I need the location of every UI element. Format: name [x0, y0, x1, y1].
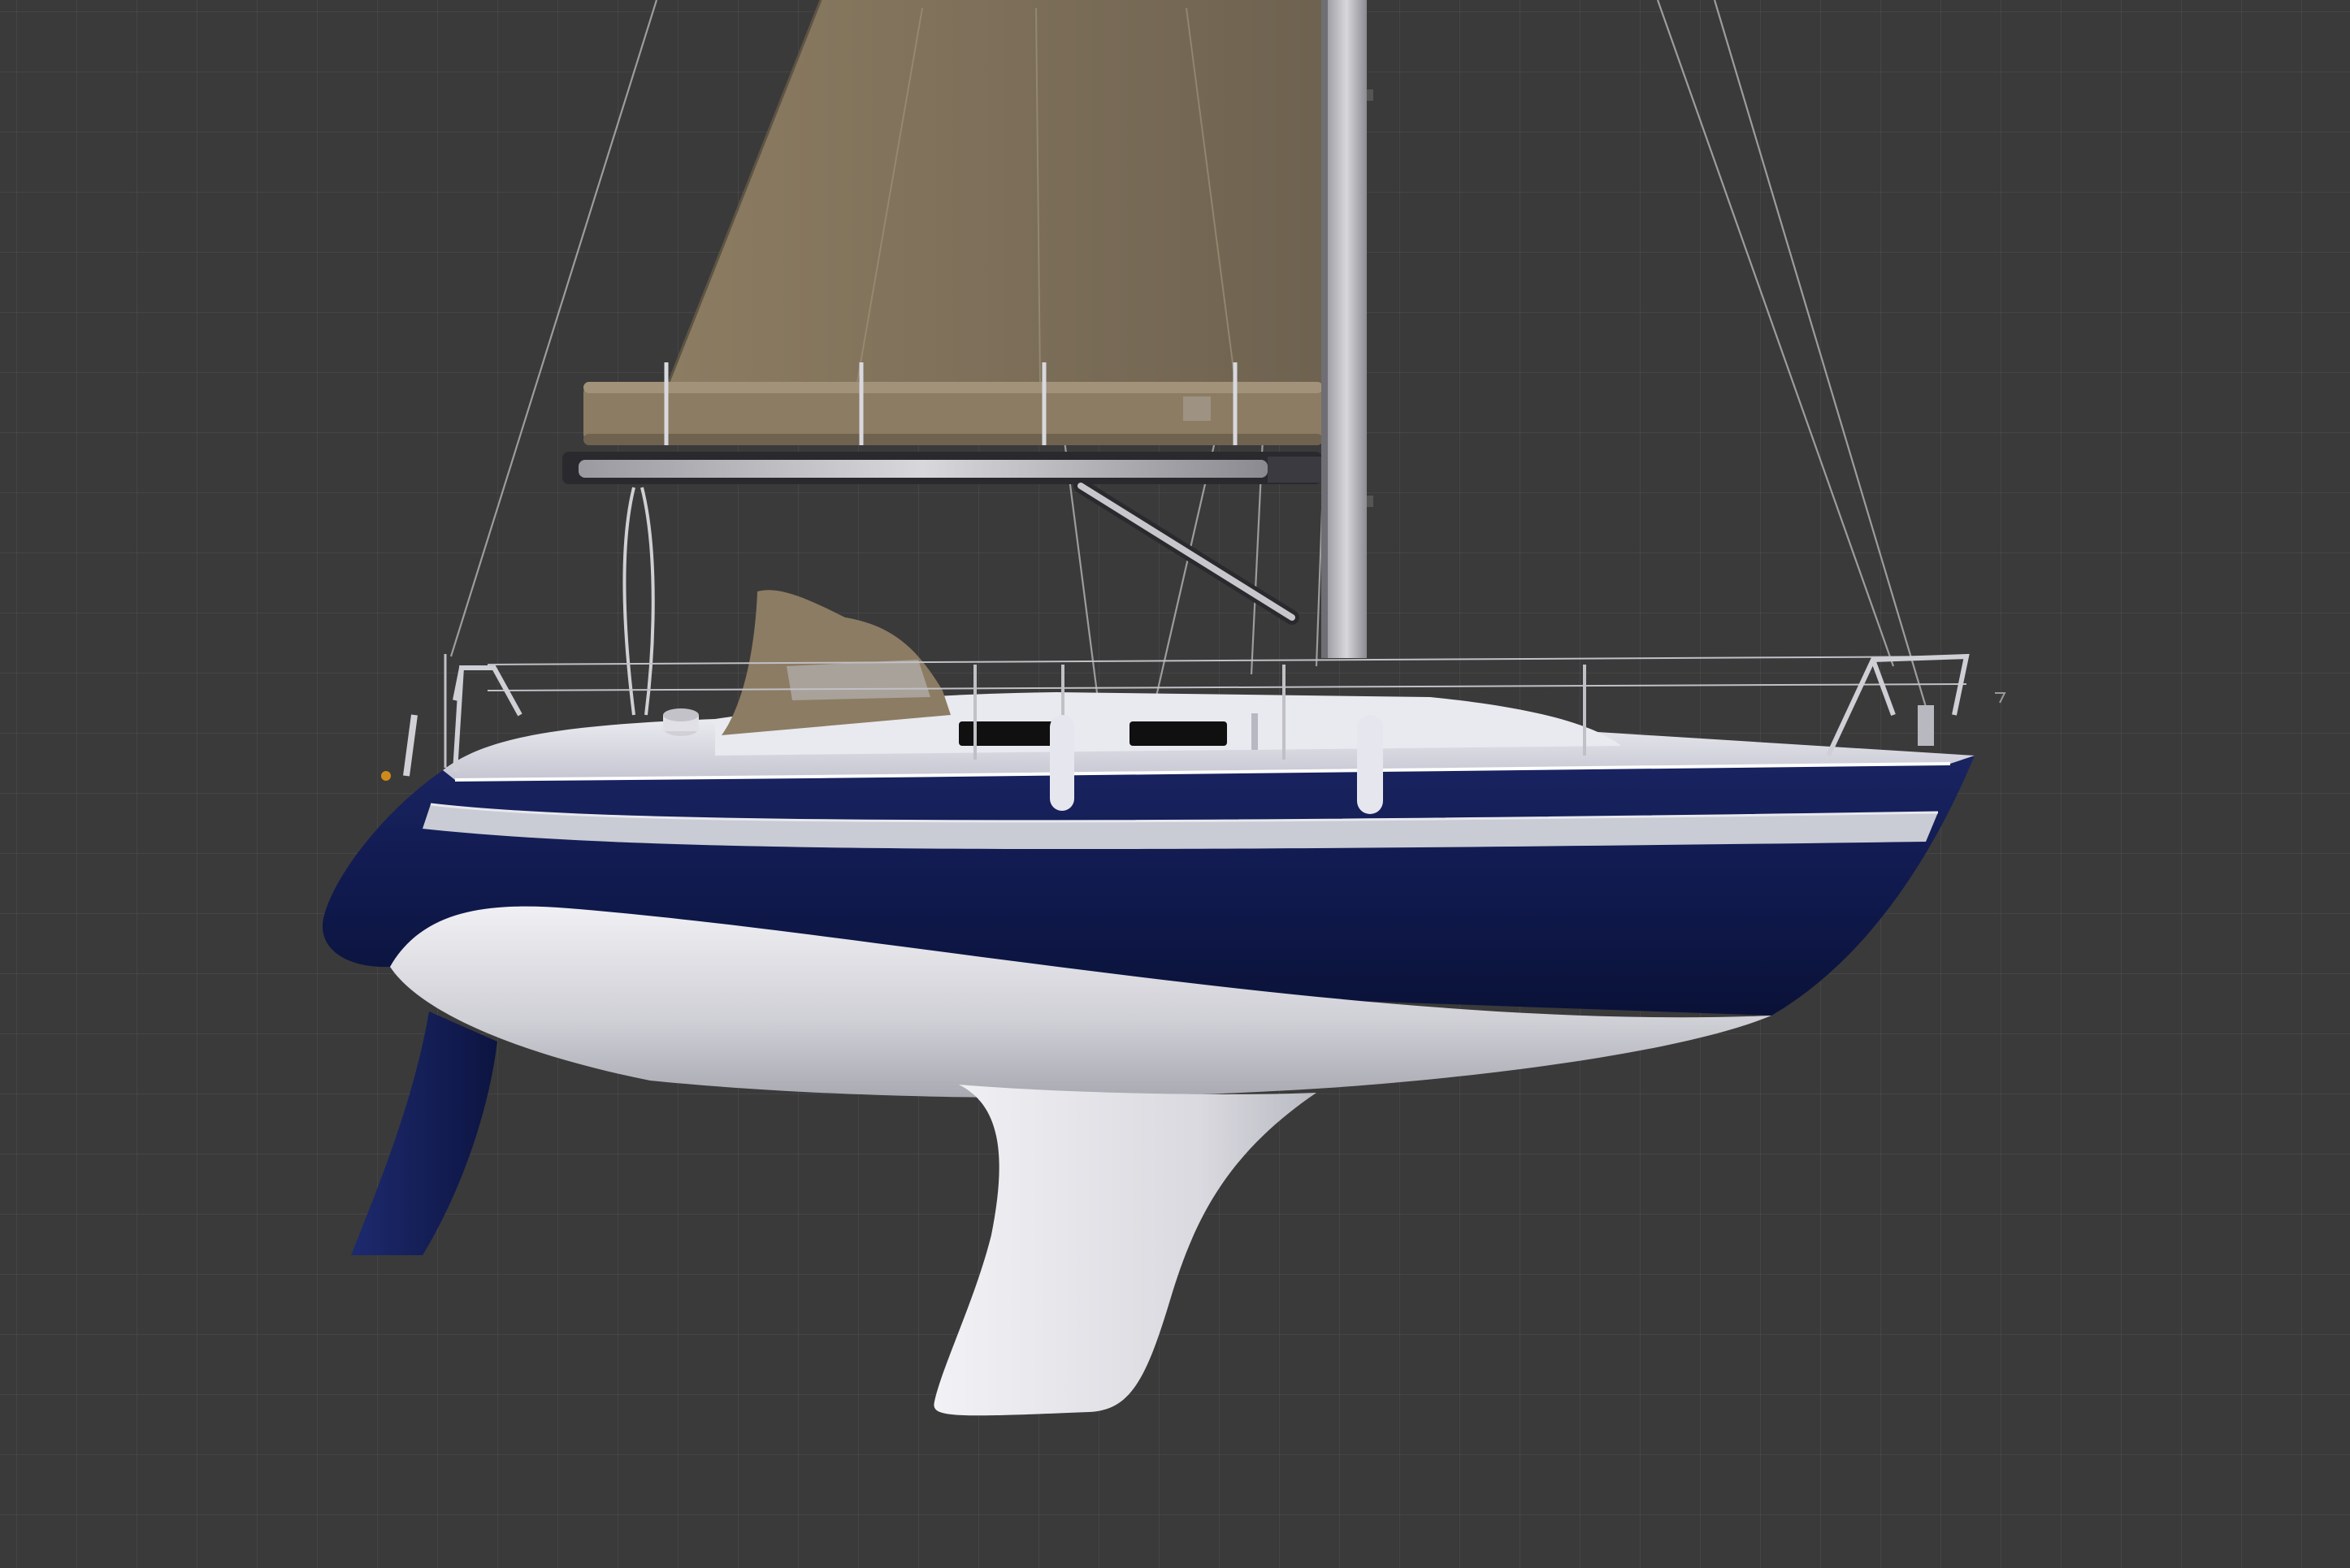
winches: [663, 708, 699, 736]
rudder: [351, 1011, 497, 1255]
sailboat-model[interactable]: [0, 0, 2350, 1568]
bow-pulpit: [1826, 653, 1970, 757]
forestay-furler: [1918, 705, 1934, 746]
mainsail: [665, 0, 1325, 389]
boom: [562, 452, 1325, 484]
mainsheet: [622, 487, 655, 716]
3d-viewport[interactable]: [0, 0, 2350, 1568]
axis-gizmo-icon[interactable]: [1992, 689, 2010, 707]
stern-details: [381, 654, 447, 781]
mast: [1321, 0, 1373, 658]
keel: [934, 1085, 1316, 1416]
